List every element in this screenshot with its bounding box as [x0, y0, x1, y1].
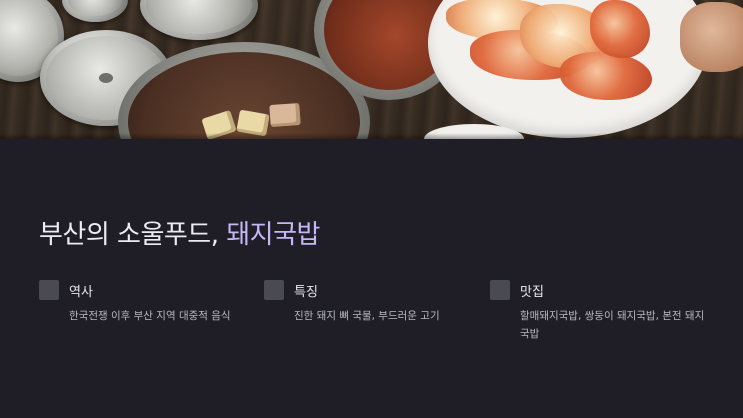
feature-heading: 특징	[294, 285, 318, 300]
title-prefix: 부산의 소울푸드,	[39, 220, 227, 250]
feature-list: 역사 한국전쟁 이후 부산 지역 대중적 음식 특징 진한 돼지 뼈 국물, 부…	[39, 280, 719, 350]
feature-description: 한국전쟁 이후 부산 지역 대중적 음식	[69, 310, 231, 322]
slide-title: 부산의 소울푸드, 돼지국밥	[39, 214, 320, 251]
feature-heading: 맛집	[520, 285, 544, 300]
hero-food-photo	[0, 0, 743, 139]
hand	[680, 2, 743, 72]
square-bullet-icon	[490, 280, 510, 300]
slide: 부산의 소울푸드, 돼지국밥 역사 한국전쟁 이후 부산 지역 대중적 음식 특…	[0, 0, 743, 418]
feature-heading: 역사	[69, 285, 93, 300]
square-bullet-icon	[39, 280, 59, 300]
square-bullet-icon	[264, 280, 284, 300]
radish-cube	[269, 102, 301, 128]
title-highlight: 돼지국밥	[226, 220, 320, 250]
hero-bottom-shadow	[0, 133, 743, 139]
feature-description: 할매돼지국밥, 쌍둥이 돼지국밥, 본전 돼지국밥	[520, 310, 705, 340]
feature-description: 진한 돼지 뼈 국물, 부드러운 고기	[294, 310, 440, 322]
